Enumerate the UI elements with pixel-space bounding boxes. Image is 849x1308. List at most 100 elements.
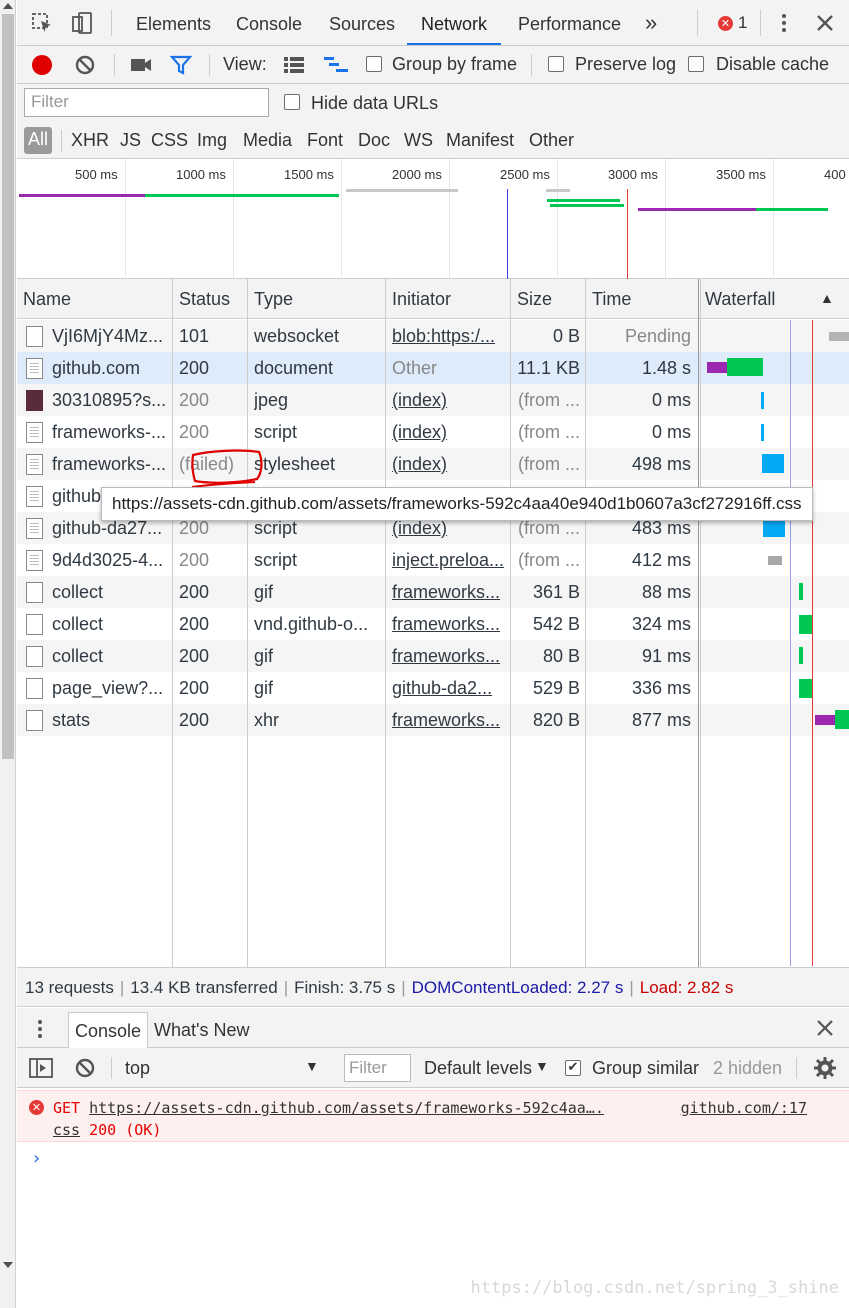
console-settings-gear-icon[interactable] — [814, 1057, 836, 1079]
console-prompt[interactable]: › — [33, 1148, 40, 1169]
table-row[interactable]: frameworks-... 200 script (index) (from … — [17, 416, 849, 448]
table-row[interactable]: github.com 200 document Other 11.1 KB 1.… — [17, 352, 849, 384]
overview-icon[interactable] — [323, 55, 349, 75]
clear-console-icon[interactable] — [74, 1057, 96, 1079]
tab-performance[interactable]: Performance — [518, 0, 621, 45]
tab-console[interactable]: Console — [236, 0, 302, 45]
clear-icon[interactable] — [74, 54, 96, 76]
column-header-waterfall[interactable]: Waterfall — [699, 279, 775, 319]
table-row[interactable]: collect 200 gif frameworks... 361 B 88 m… — [17, 576, 849, 608]
default-levels-dropdown[interactable]: Default levels — [424, 1058, 532, 1079]
cell-initiator[interactable]: frameworks... — [392, 704, 504, 736]
error-count[interactable]: 1 — [738, 13, 747, 33]
more-tabs-button[interactable]: » — [645, 0, 657, 45]
column-header-time[interactable]: Time — [586, 279, 631, 319]
left-scrollbar[interactable] — [0, 0, 16, 1308]
close-drawer-icon[interactable] — [816, 1019, 834, 1037]
error-url-tail-link[interactable]: css — [53, 1121, 80, 1139]
cell-status: 200 — [179, 710, 210, 730]
type-filter-manifest[interactable]: Manifest — [446, 130, 514, 151]
table-row[interactable]: VjI6MjY4Mz... 101 websocket blob:https:/… — [17, 320, 849, 352]
cell-initiator[interactable]: inject.preloa... — [392, 544, 504, 576]
filter-icon[interactable] — [170, 55, 192, 75]
type-filter-xhr[interactable]: XHR — [71, 130, 109, 151]
tab-elements[interactable]: Elements — [136, 0, 211, 45]
type-filter-other[interactable]: Other — [529, 130, 574, 151]
drawer-tab-console[interactable]: Console — [68, 1012, 149, 1048]
error-url-link[interactable]: https://assets-cdn.github.com/assets/fra… — [89, 1099, 604, 1117]
network-overview-timeline[interactable]: 500 ms 1000 ms 1500 ms 2000 ms 2500 ms 3… — [17, 159, 849, 279]
cell-initiator[interactable]: (index) — [392, 384, 504, 416]
table-row[interactable]: page_view?... 200 gif github-da2... 529 … — [17, 672, 849, 704]
view-label: View: — [223, 54, 267, 74]
type-filter-font[interactable]: Font — [307, 130, 343, 151]
overview-domcontentloaded-line — [507, 189, 508, 279]
show-sidebar-icon[interactable] — [29, 1058, 53, 1078]
table-row[interactable]: collect 200 gif frameworks... 80 B 91 ms — [17, 640, 849, 672]
cell-initiator[interactable]: (index) — [392, 416, 504, 448]
large-rows-icon[interactable] — [283, 55, 305, 75]
column-header-name[interactable]: Name — [17, 279, 71, 319]
record-icon[interactable] — [32, 55, 52, 75]
table-row[interactable]: frameworks-... (failed) stylesheet (inde… — [17, 448, 849, 480]
group-by-frame-checkbox[interactable] — [366, 56, 382, 72]
table-row[interactable]: stats 200 xhr frameworks... 820 B 877 ms — [17, 704, 849, 736]
type-filter-css[interactable]: CSS — [151, 130, 188, 151]
type-filter-img[interactable]: Img — [197, 130, 227, 151]
scroll-down-arrow-icon[interactable] — [3, 1262, 13, 1268]
levels-dropdown-arrow-icon[interactable]: ▼ — [535, 1058, 549, 1074]
type-filter-doc[interactable]: Doc — [358, 130, 390, 151]
sort-ascending-icon[interactable]: ▲ — [820, 290, 834, 306]
column-divider[interactable] — [385, 279, 386, 967]
summary-transferred: 13.4 KB transferred — [130, 978, 278, 997]
column-divider[interactable] — [585, 279, 586, 967]
drawer-menu-icon[interactable] — [35, 1018, 45, 1040]
requests-table-body: VjI6MjY4Mz... 101 websocket blob:https:/… — [17, 320, 849, 966]
preserve-log-checkbox[interactable] — [548, 56, 564, 72]
scroll-up-arrow-icon[interactable] — [3, 3, 13, 9]
console-filter-input[interactable]: Filter — [344, 1054, 411, 1082]
overview-gridline — [449, 159, 450, 279]
table-row[interactable]: 30310895?s... 200 jpeg (index) (from ...… — [17, 384, 849, 416]
tab-sources[interactable]: Sources — [329, 0, 395, 45]
table-row[interactable]: collect 200 vnd.github-o... frameworks..… — [17, 608, 849, 640]
cell-initiator[interactable]: frameworks... — [392, 608, 504, 640]
cell-initiator[interactable]: github-da2... — [392, 672, 504, 704]
cell-initiator[interactable]: (index) — [392, 448, 504, 480]
column-divider[interactable] — [698, 279, 699, 967]
overview-pending-bar — [546, 189, 570, 192]
cell-initiator[interactable]: frameworks... — [392, 640, 504, 672]
type-filter-media[interactable]: Media — [243, 130, 292, 151]
inspect-element-icon[interactable] — [31, 12, 53, 34]
type-filter-ws[interactable]: WS — [404, 130, 433, 151]
column-divider[interactable] — [247, 279, 248, 967]
type-filter-js[interactable]: JS — [120, 130, 141, 151]
hide-data-urls-checkbox[interactable] — [284, 94, 300, 110]
column-divider[interactable] — [172, 279, 173, 967]
error-source-link[interactable]: github.com/:17 — [681, 1099, 807, 1117]
cell-initiator[interactable]: blob:https:/... — [392, 320, 504, 352]
table-row[interactable]: 9d4d3025-4... 200 script inject.preloa..… — [17, 544, 849, 576]
device-toolbar-icon[interactable] — [71, 12, 93, 34]
filter-input[interactable]: Filter — [24, 88, 269, 117]
context-dropdown-arrow-icon[interactable]: ▼ — [305, 1058, 319, 1074]
column-header-type[interactable]: Type — [248, 279, 293, 319]
column-header-status[interactable]: Status — [173, 279, 230, 319]
tab-network[interactable]: Network — [407, 0, 502, 45]
script-file-icon — [26, 422, 43, 443]
column-divider[interactable] — [510, 279, 511, 967]
group-similar-checkbox[interactable]: ✔ — [565, 1060, 581, 1076]
type-filter-all[interactable]: All — [24, 127, 53, 154]
cell-initiator[interactable]: frameworks... — [392, 576, 504, 608]
network-summary-bar: 13 requests | 13.4 KB transferred | Finish: … — [17, 967, 849, 1007]
close-devtools-icon[interactable] — [814, 12, 836, 34]
column-header-size[interactable]: Size — [511, 279, 552, 319]
scrollbar-thumb[interactable] — [2, 14, 14, 759]
disable-cache-checkbox[interactable] — [688, 56, 704, 72]
kebab-menu-icon[interactable] — [774, 12, 794, 34]
capture-screenshots-icon[interactable] — [130, 56, 152, 74]
error-count-icon[interactable]: ✕ — [718, 16, 733, 31]
drawer-tab-whats-new[interactable]: What's New — [148, 1012, 255, 1048]
column-header-initiator[interactable]: Initiator — [386, 279, 451, 319]
context-selector[interactable]: top — [115, 1054, 323, 1082]
